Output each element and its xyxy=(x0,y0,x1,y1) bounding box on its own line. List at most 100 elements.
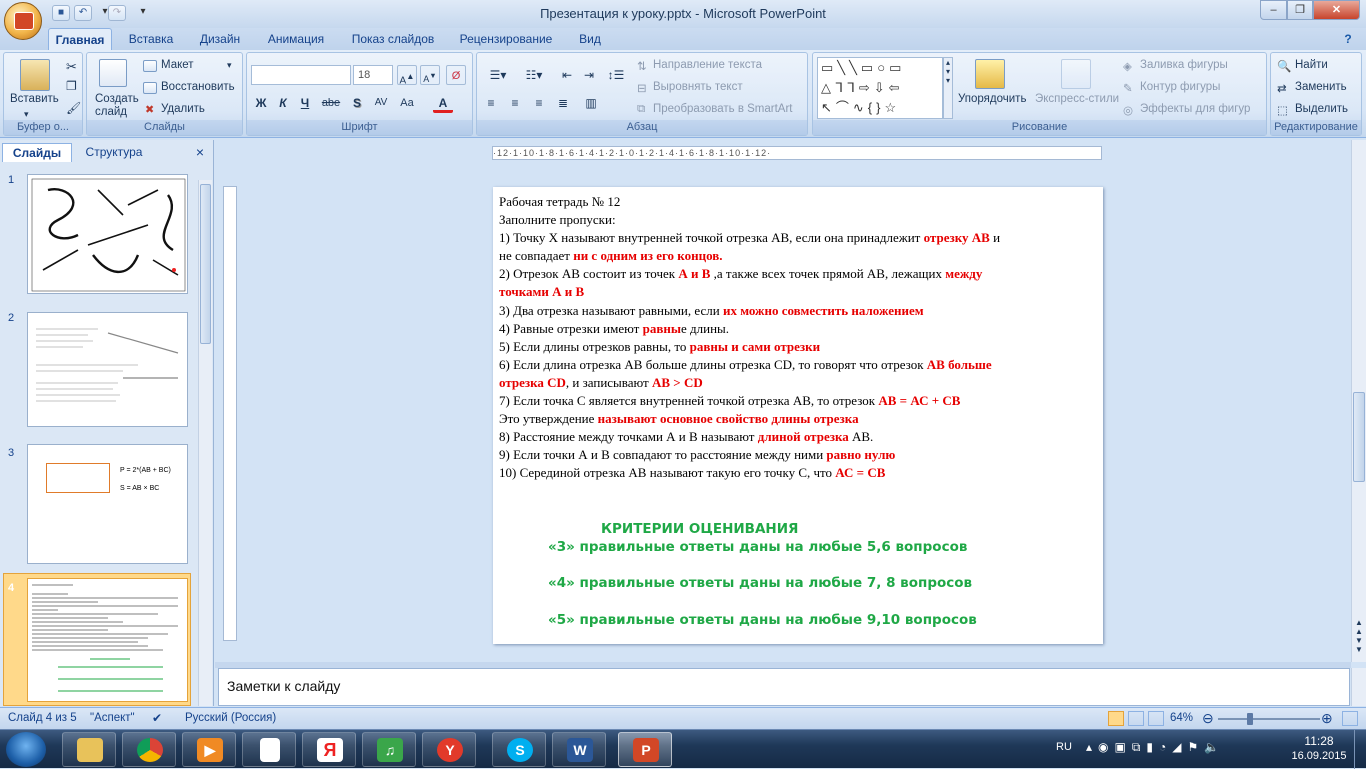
copy-icon[interactable]: ❐ xyxy=(66,79,77,93)
tab-animation[interactable]: Анимация xyxy=(258,28,334,50)
start-button[interactable] xyxy=(6,732,46,767)
font-name-combo[interactable] xyxy=(251,65,351,85)
bullets-icon[interactable]: ☰▾ xyxy=(481,65,515,85)
fit-to-window-icon[interactable] xyxy=(1342,711,1358,726)
clear-format-icon[interactable]: Ø xyxy=(446,65,466,85)
notes-scrollbar[interactable] xyxy=(1351,668,1366,706)
font-color-icon[interactable]: A xyxy=(433,93,453,113)
panel-scroll-thumb[interactable] xyxy=(200,184,211,344)
taskbar-explorer[interactable] xyxy=(62,732,116,767)
slide-canvas[interactable]: Рабочая тетрадь № 12 Заполните пропуски:… xyxy=(493,187,1103,644)
change-case-icon[interactable]: Aa xyxy=(397,93,417,113)
align-center-icon[interactable]: ≡ xyxy=(505,93,525,113)
minimize-button[interactable]: – xyxy=(1260,0,1287,20)
slide-text-body[interactable]: Рабочая тетрадь № 12 Заполните пропуски:… xyxy=(499,193,1097,483)
reset-button[interactable]: Восстановить xyxy=(161,81,235,93)
zoom-slider[interactable] xyxy=(1218,718,1320,720)
align-left-icon[interactable]: ≡ xyxy=(481,93,501,113)
layout-button[interactable]: Макет xyxy=(161,59,194,71)
new-slide-button[interactable]: Создать слайд xyxy=(95,93,139,119)
shapes-scroll-icon[interactable]: ▴ ▾ ▾ xyxy=(943,57,953,119)
font-size-combo[interactable]: 18 xyxy=(353,65,393,85)
zoom-in-icon[interactable]: ⊕ xyxy=(1321,710,1333,727)
editor-scrollbar[interactable]: ▲ ▲ ▼ ▼ xyxy=(1351,140,1366,662)
bold-button[interactable]: Ж xyxy=(251,93,271,113)
paste-button[interactable]: Вставить xyxy=(10,93,59,105)
tab-view[interactable]: Вид xyxy=(568,28,612,50)
columns-icon[interactable]: ▥ xyxy=(581,93,601,113)
shadow-button[interactable]: S xyxy=(347,93,367,113)
char-spacing-icon[interactable]: AV xyxy=(371,93,391,113)
select-button[interactable]: Выделить xyxy=(1295,103,1348,115)
slideshow-view-icon[interactable] xyxy=(1148,711,1164,726)
editor-scroll-thumb[interactable] xyxy=(1353,392,1365,482)
decrease-indent-icon[interactable]: ⇤ xyxy=(557,65,577,85)
tab-outline[interactable]: Структура xyxy=(76,143,152,162)
taskbar-music[interactable]: ♫ xyxy=(362,732,416,767)
tab-slides[interactable]: Слайды xyxy=(2,143,72,162)
tab-design[interactable]: Дизайн xyxy=(190,28,250,50)
numbering-icon[interactable]: ☷▾ xyxy=(517,65,551,85)
smartart-button[interactable]: Преобразовать в SmartArt xyxy=(653,103,793,115)
tab-insert[interactable]: Вставка xyxy=(120,28,182,50)
underline-button[interactable]: Ч xyxy=(295,93,315,113)
zoom-level[interactable]: 64% xyxy=(1170,712,1193,724)
zoom-slider-thumb[interactable] xyxy=(1247,713,1253,725)
keyboard-language[interactable]: RU xyxy=(1056,741,1072,753)
taskbar-chrome[interactable] xyxy=(122,732,176,767)
slide-thumbnail-2[interactable] xyxy=(27,312,188,427)
slide-sorter-icon[interactable] xyxy=(1128,711,1144,726)
taskbar-media[interactable]: ▶ xyxy=(182,732,236,767)
paste-dropdown-icon[interactable]: ▾ xyxy=(24,109,29,120)
spellcheck-icon[interactable]: ✔ xyxy=(152,711,162,725)
increase-indent-icon[interactable]: ⇥ xyxy=(579,65,599,85)
panel-scrollbar[interactable] xyxy=(198,180,212,706)
delete-button[interactable]: Удалить xyxy=(161,103,205,115)
slide-thumbnail-4[interactable] xyxy=(27,578,188,702)
grow-font-icon[interactable]: A▲ xyxy=(397,65,417,86)
show-desktop-button[interactable] xyxy=(1354,730,1366,769)
taskbar-document[interactable] xyxy=(242,732,296,767)
tray-icons[interactable]: ▴◉▣⧉▮◔◢⚑🔈 xyxy=(1086,740,1225,755)
taskbar-powerpoint[interactable]: P xyxy=(618,732,672,767)
slide-thumbnail-1[interactable] xyxy=(27,174,188,294)
shape-outline-button[interactable]: Контур фигуры xyxy=(1140,81,1220,93)
taskbar-word[interactable]: W xyxy=(552,732,606,767)
maximize-button[interactable]: ❐ xyxy=(1287,0,1313,20)
taskbar-yandex[interactable]: Я xyxy=(302,732,356,767)
format-painter-icon[interactable]: 🖌 xyxy=(66,101,81,115)
replace-button[interactable]: Заменить xyxy=(1295,81,1347,93)
slide-thumbnail-3[interactable]: P = 2*(AB + BC) S = AB × BC xyxy=(27,444,188,564)
arrange-button[interactable]: Упорядочить xyxy=(958,93,1026,105)
language-status[interactable]: Русский (Россия) xyxy=(185,712,276,724)
shape-effects-button[interactable]: Эффекты для фигур xyxy=(1140,103,1250,115)
clock-time[interactable]: 11:28 xyxy=(1294,734,1344,748)
office-button[interactable] xyxy=(4,2,42,40)
tab-review[interactable]: Рецензирование xyxy=(452,28,560,50)
clock-date[interactable]: 16.09.2015 xyxy=(1286,750,1352,762)
tab-slideshow[interactable]: Показ слайдов xyxy=(342,28,444,50)
zoom-out-icon[interactable]: ⊖ xyxy=(1202,710,1214,727)
strikethrough-button[interactable]: abe xyxy=(317,93,345,113)
text-direction-button[interactable]: Направление текста xyxy=(653,59,762,71)
close-button[interactable]: ✕ xyxy=(1313,0,1360,20)
find-button[interactable]: Найти xyxy=(1295,59,1328,71)
normal-view-icon[interactable] xyxy=(1108,711,1124,726)
layout-dropdown-icon[interactable]: ▾ xyxy=(227,60,232,71)
shapes-gallery[interactable]: ▭╲╲▭○▭ △ᒣᒣ⇨⇩⇦ ↖⌒∿{}☆ xyxy=(817,57,943,119)
quick-styles-button[interactable]: Экспресс-стили xyxy=(1035,93,1119,105)
tab-home[interactable]: Главная xyxy=(48,28,112,50)
taskbar-yandex-browser[interactable]: Y xyxy=(422,732,476,767)
help-icon[interactable]: ? xyxy=(1336,28,1360,50)
prev-next-slide-icon[interactable]: ▲ ▲ ▼ ▼ xyxy=(1353,618,1365,654)
notes-pane[interactable]: Заметки к слайду xyxy=(218,668,1350,706)
shape-fill-button[interactable]: Заливка фигуры xyxy=(1140,59,1228,71)
cut-icon[interactable]: ✂ xyxy=(66,59,77,75)
shrink-font-icon[interactable]: A▼ xyxy=(420,65,440,85)
close-panel-icon[interactable]: × xyxy=(192,143,208,162)
italic-button[interactable]: К xyxy=(273,93,293,113)
taskbar-skype[interactable]: S xyxy=(492,732,546,767)
justify-icon[interactable]: ≣ xyxy=(553,93,573,113)
align-text-button[interactable]: Выровнять текст xyxy=(653,81,743,93)
line-spacing-icon[interactable]: ↕☰ xyxy=(601,65,631,85)
